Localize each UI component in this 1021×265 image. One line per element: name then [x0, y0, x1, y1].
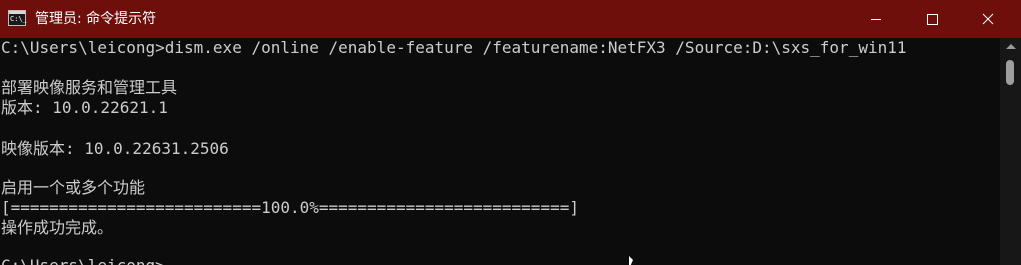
- console-icon[interactable]: C:\_: [8, 10, 27, 26]
- scrollbar-thumb[interactable]: [1006, 60, 1014, 85]
- console-line-progress: [==========================100.0%=======…: [1, 198, 579, 217]
- maximize-icon: [927, 14, 938, 25]
- console-icon-bar: [9, 11, 25, 14]
- window-title: 管理员: 命令提示符: [35, 11, 157, 27]
- close-icon: [982, 13, 994, 25]
- console-output[interactable]: C:\Users\leicong>dism.exe /online /enabl…: [0, 38, 1000, 265]
- vertical-scrollbar[interactable]: [1000, 38, 1021, 265]
- maximize-button[interactable]: [909, 0, 955, 38]
- console-line-success: 操作成功完成。: [1, 218, 114, 237]
- minimize-button[interactable]: [853, 0, 899, 38]
- title-bar[interactable]: C:\_ 管理员: 命令提示符: [0, 0, 1021, 38]
- console-line-image-version: 映像版本: 10.0.22631.2506: [1, 139, 229, 158]
- command-prompt-window: C:\_ 管理员: 命令提示符 C:\Users\leicong>dism.ex…: [0, 0, 1021, 265]
- console-line-version: 版本: 10.0.22621.1: [1, 98, 168, 117]
- console-line-enable-features: 启用一个或多个功能: [1, 178, 146, 197]
- console-line-tool-name: 部署映像服务和管理工具: [1, 78, 178, 97]
- console-line-command: C:\Users\leicong>dism.exe /online /enabl…: [1, 38, 907, 57]
- console-line-prompt: C:\Users\leicong>: [1, 256, 165, 265]
- minimize-icon: [871, 19, 881, 20]
- close-button[interactable]: [965, 0, 1011, 38]
- scroll-up-arrow-icon[interactable]: [1006, 44, 1016, 49]
- console-icon-prompt: C:\_: [10, 15, 27, 23]
- mouse-cursor-icon: [629, 256, 633, 265]
